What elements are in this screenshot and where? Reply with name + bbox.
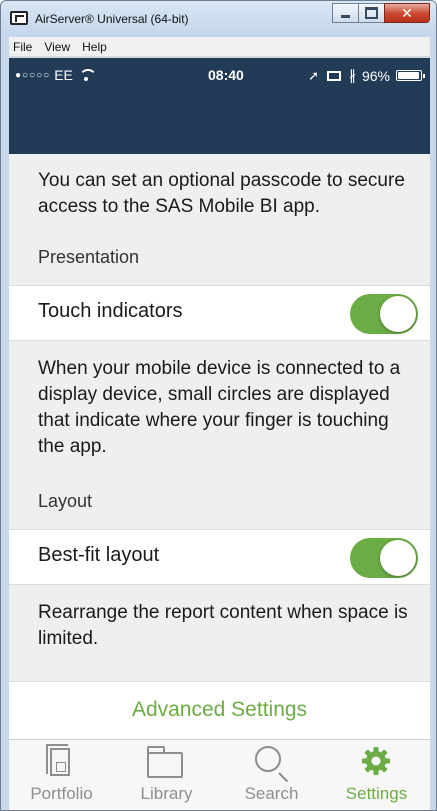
toggle-knob	[380, 540, 416, 576]
touch-indicators-toggle[interactable]	[350, 294, 418, 334]
menu-help[interactable]: Help	[78, 40, 115, 54]
window-title: AirServer® Universal (64-bit)	[35, 12, 189, 26]
airserver-window: AirServer® Universal (64-bit) ✕ File Vie…	[0, 0, 437, 811]
best-fit-layout-toggle[interactable]	[350, 538, 418, 578]
best-fit-description: Rearrange the report content when space …	[38, 602, 408, 649]
tab-portfolio[interactable]: Portfolio	[9, 740, 114, 810]
search-icon	[255, 746, 281, 772]
menu-view[interactable]: View	[40, 40, 78, 54]
layout-section-header: Layout	[38, 491, 93, 511]
tab-library[interactable]: Library	[114, 740, 219, 810]
presentation-section-header: Presentation	[38, 247, 140, 267]
battery-icon	[396, 70, 425, 81]
carrier-name: EE	[54, 67, 73, 83]
menu-file[interactable]: File	[9, 40, 40, 54]
tab-label: Library	[140, 784, 193, 803]
advanced-settings-link[interactable]: Advanced Settings	[9, 698, 430, 722]
status-time: 08:40	[208, 67, 244, 83]
folder-icon	[147, 746, 183, 778]
location-icon: ➚	[308, 67, 319, 83]
best-fit-layout-row: Best-fit layout	[9, 529, 430, 585]
tab-label: Settings	[345, 784, 408, 803]
gear-icon	[362, 747, 390, 775]
wifi-icon	[78, 69, 97, 81]
airplay-icon	[326, 70, 341, 81]
toggle-knob	[380, 296, 416, 332]
navigation-bar	[9, 92, 430, 154]
menu-bar: File View Help	[9, 37, 430, 57]
tab-search[interactable]: Search	[219, 740, 324, 810]
tab-label: Portfolio	[30, 784, 93, 803]
touch-indicators-label: Touch indicators	[38, 300, 183, 322]
window-titlebar[interactable]: AirServer® Universal (64-bit) ✕	[1, 1, 436, 37]
tab-settings[interactable]: Settings	[324, 740, 429, 810]
passcode-description: You can set an optional passcode to secu…	[38, 170, 405, 217]
close-button[interactable]: ✕	[384, 3, 430, 23]
portfolio-icon	[46, 744, 70, 776]
tab-bar: Portfolio Library Search Settings	[9, 739, 430, 810]
minimize-button[interactable]	[332, 3, 359, 23]
touch-indicators-row: Touch indicators	[9, 285, 430, 341]
touch-indicators-description: When your mobile device is connected to …	[38, 358, 401, 457]
signal-strength-icon: ●○○○○	[15, 69, 51, 81]
ios-status-bar: ●○○○○ EE 08:40 ➚ ∦ 96%	[9, 58, 430, 92]
advanced-settings-row[interactable]: Advanced Settings	[9, 681, 430, 739]
bluetooth-icon: ∦	[348, 67, 356, 83]
best-fit-layout-label: Best-fit layout	[38, 544, 160, 566]
tab-label: Search	[244, 784, 299, 803]
phone-screen: ●○○○○ EE 08:40 ➚ ∦ 96% You can set an op…	[9, 58, 430, 810]
battery-percent: 96%	[361, 67, 390, 84]
maximize-button[interactable]	[358, 3, 385, 23]
window-controls: ✕	[332, 3, 430, 23]
airserver-app-icon	[10, 11, 28, 25]
